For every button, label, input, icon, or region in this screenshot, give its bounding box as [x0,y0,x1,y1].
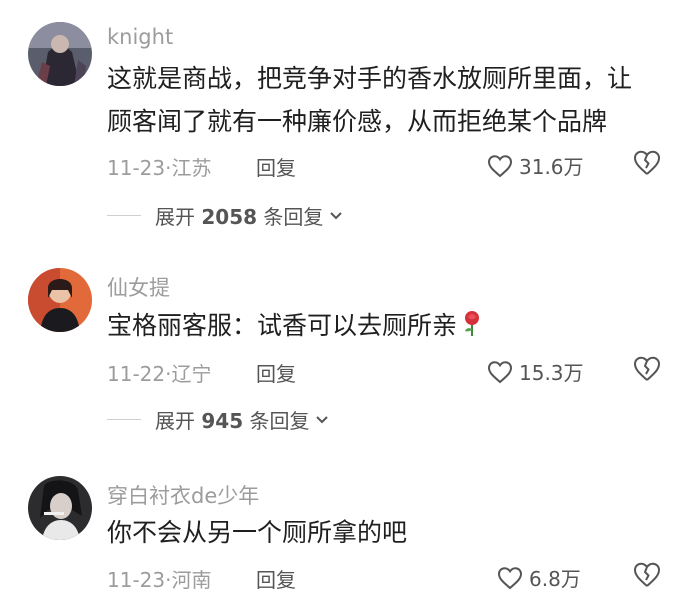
comment-text-line: 你不会从另一个厕所拿的吧 [107,518,408,547]
comment-text-line: 这就是商战，把竞争对手的香水放厕所里面，让 [107,64,633,93]
like-count: 15.3万 [519,361,584,385]
rose-emoji [461,308,483,349]
reply-button[interactable]: 回复 [256,358,296,387]
comment-location: 江苏 [171,156,212,180]
dislike-button[interactable] [632,355,662,383]
reply-button[interactable]: 回复 [256,564,296,593]
broken-heart-icon [634,150,660,175]
heart-outline-icon [487,154,513,177]
broken-heart-icon [634,562,660,587]
comment-meta: 11-22·辽宁 [107,358,211,387]
heart-outline-icon [487,360,513,383]
avatar[interactable] [28,476,92,540]
like-count: 31.6万 [519,155,584,179]
like-button[interactable]: 15.3万 [487,357,584,386]
dislike-button[interactable] [632,149,662,177]
comment-date: 11-23 [107,156,166,180]
heart-outline-icon [497,566,523,589]
dislike-button[interactable] [632,561,662,589]
comment-date: 11-23 [107,568,166,592]
comment-meta: 11-23·江苏 [107,152,211,181]
comment-location: 辽宁 [171,362,212,386]
comment-location: 河南 [171,568,212,592]
like-button[interactable]: 31.6万 [487,151,584,180]
comment-date: 11-22 [107,362,166,386]
like-button[interactable]: 6.8万 [497,563,581,592]
chevron-down-icon [316,415,329,423]
chevron-down-icon [330,211,343,219]
comment-text-line: 宝格丽客服：试香可以去厕所亲 [107,305,483,349]
expand-label: 展开 2058 条回复 [155,205,324,229]
username[interactable]: 穿白衬衣de少年 [107,480,259,510]
broken-heart-icon [634,356,660,381]
expand-label: 展开 945 条回复 [155,409,310,433]
avatar[interactable] [28,22,92,86]
comment-text-line: 顾客闻了就有一种廉价感，从而拒绝某个品牌 [107,107,608,136]
expand-replies-button[interactable]: 展开 2058 条回复 [107,201,343,230]
like-count: 6.8万 [529,567,581,591]
divider-line [107,419,141,420]
expand-replies-button[interactable]: 展开 945 条回复 [107,405,329,434]
reply-button[interactable]: 回复 [256,152,296,181]
username[interactable]: 仙女提 [107,272,170,302]
avatar[interactable] [28,268,92,332]
comment-meta: 11-23·河南 [107,564,211,593]
divider-line [107,215,141,216]
username[interactable]: knight [107,25,173,49]
